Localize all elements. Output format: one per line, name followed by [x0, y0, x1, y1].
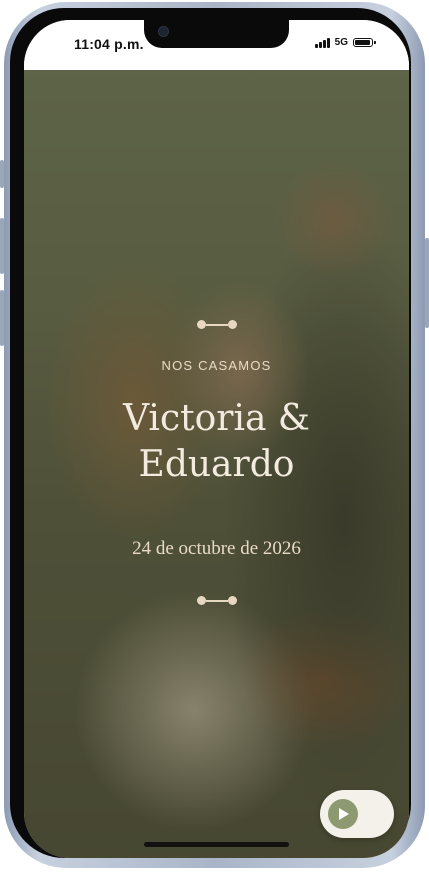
screen: 11:04 p.m. 5G NOS CASAMOS Victoria & Edu… — [24, 20, 409, 858]
signal-icon — [315, 37, 330, 48]
names-line-1: Victoria & — [123, 398, 310, 439]
status-indicators: 5G — [315, 37, 376, 48]
names-line-2: Eduardo — [138, 444, 295, 485]
power-button — [425, 238, 429, 328]
ornament-divider-bottom — [24, 596, 409, 605]
wedding-date: 24 de octubre de 2026 — [132, 538, 301, 559]
phone-frame: 11:04 p.m. 5G NOS CASAMOS Victoria & Edu… — [0, 0, 429, 872]
front-camera-icon — [158, 26, 169, 37]
couple-names: Victoria & Eduardo — [24, 396, 409, 488]
hero-section: NOS CASAMOS Victoria & Eduardo 24 de oct… — [24, 70, 409, 858]
volume-down-button — [0, 290, 4, 346]
status-time: 11:04 p.m. — [74, 36, 144, 52]
play-icon[interactable] — [328, 799, 358, 829]
volume-up-button — [0, 218, 4, 274]
network-label: 5G — [334, 37, 348, 48]
battery-icon — [353, 38, 376, 47]
ornament-divider-top — [24, 320, 409, 329]
mute-switch — [0, 160, 4, 188]
music-toggle-button[interactable] — [320, 790, 394, 838]
notch — [144, 20, 289, 48]
home-indicator — [144, 842, 289, 847]
hero-eyebrow: NOS CASAMOS — [161, 358, 272, 373]
